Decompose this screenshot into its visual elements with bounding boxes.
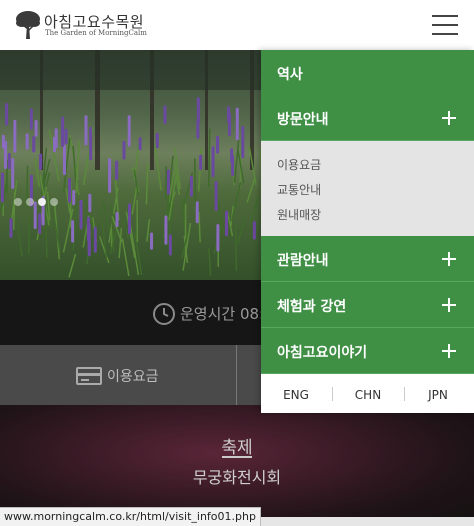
menu-item-stories[interactable]: 아침고요이야기 — [261, 328, 474, 374]
lang-jpn[interactable]: JPN — [413, 388, 463, 402]
site-header: 아침고요수목원 The Garden of MorningCalm — [0, 0, 474, 50]
lang-eng[interactable]: ENG — [271, 388, 321, 402]
side-menu: 역사 방문안내 이용요금 교통안내 원내매장 관람안내 체험과 강연 아침고요이… — [261, 50, 474, 413]
menu-item-visit-info[interactable]: 방문안내 — [261, 95, 474, 141]
menu-item-label: 방문안내 — [277, 112, 329, 128]
festival-title: 무궁화전시회 — [192, 468, 282, 487]
plus-icon — [442, 298, 456, 312]
clock-icon — [153, 303, 175, 325]
hamburger-icon[interactable] — [430, 12, 462, 38]
slider-dot[interactable] — [26, 198, 34, 206]
menu-item-experience-lectures[interactable]: 체험과 강연 — [261, 282, 474, 328]
status-bar-url: www.morningcalm.co.kr/html/visit_info01.… — [0, 507, 261, 526]
category-underline — [222, 456, 252, 458]
submenu-item-fees[interactable]: 이용요금 — [277, 156, 321, 173]
language-switcher: ENG CHN JPN — [261, 375, 474, 413]
divider — [332, 387, 333, 401]
credit-card-icon — [76, 367, 102, 385]
slider-dot[interactable] — [38, 198, 46, 206]
plus-icon — [442, 252, 456, 266]
festival-category: 축제 — [221, 438, 253, 458]
plus-icon — [442, 344, 456, 358]
menu-item-label: 역사 — [277, 67, 303, 83]
fee-link-label: 이용요금 — [107, 369, 159, 385]
visit-info-submenu: 이용요금 교통안내 원내매장 — [261, 141, 474, 236]
lang-chn[interactable]: CHN — [343, 388, 393, 402]
submenu-item-shop[interactable]: 원내매장 — [277, 206, 321, 223]
site-logo[interactable]: 아침고요수목원 The Garden of MorningCalm — [14, 9, 154, 41]
menu-item-history[interactable]: 역사 — [261, 50, 474, 96]
tree-icon — [16, 11, 40, 39]
slider-dot[interactable] — [14, 198, 22, 206]
logo-english-text: The Garden of MorningCalm — [45, 29, 147, 37]
submenu-item-transport[interactable]: 교통안내 — [277, 181, 321, 198]
hours-text: 운영시간 08:3 — [180, 305, 274, 323]
menu-item-label: 체험과 강연 — [277, 299, 347, 315]
menu-item-label: 관람안내 — [277, 253, 329, 269]
plus-icon — [442, 111, 456, 125]
fee-link[interactable]: 이용요금 — [76, 365, 159, 387]
slider-dots — [14, 198, 58, 206]
divider — [404, 387, 405, 401]
slider-dot[interactable] — [50, 198, 58, 206]
menu-item-viewing-guide[interactable]: 관람안내 — [261, 236, 474, 282]
divider — [236, 345, 237, 405]
menu-item-label: 아침고요이야기 — [277, 345, 368, 361]
